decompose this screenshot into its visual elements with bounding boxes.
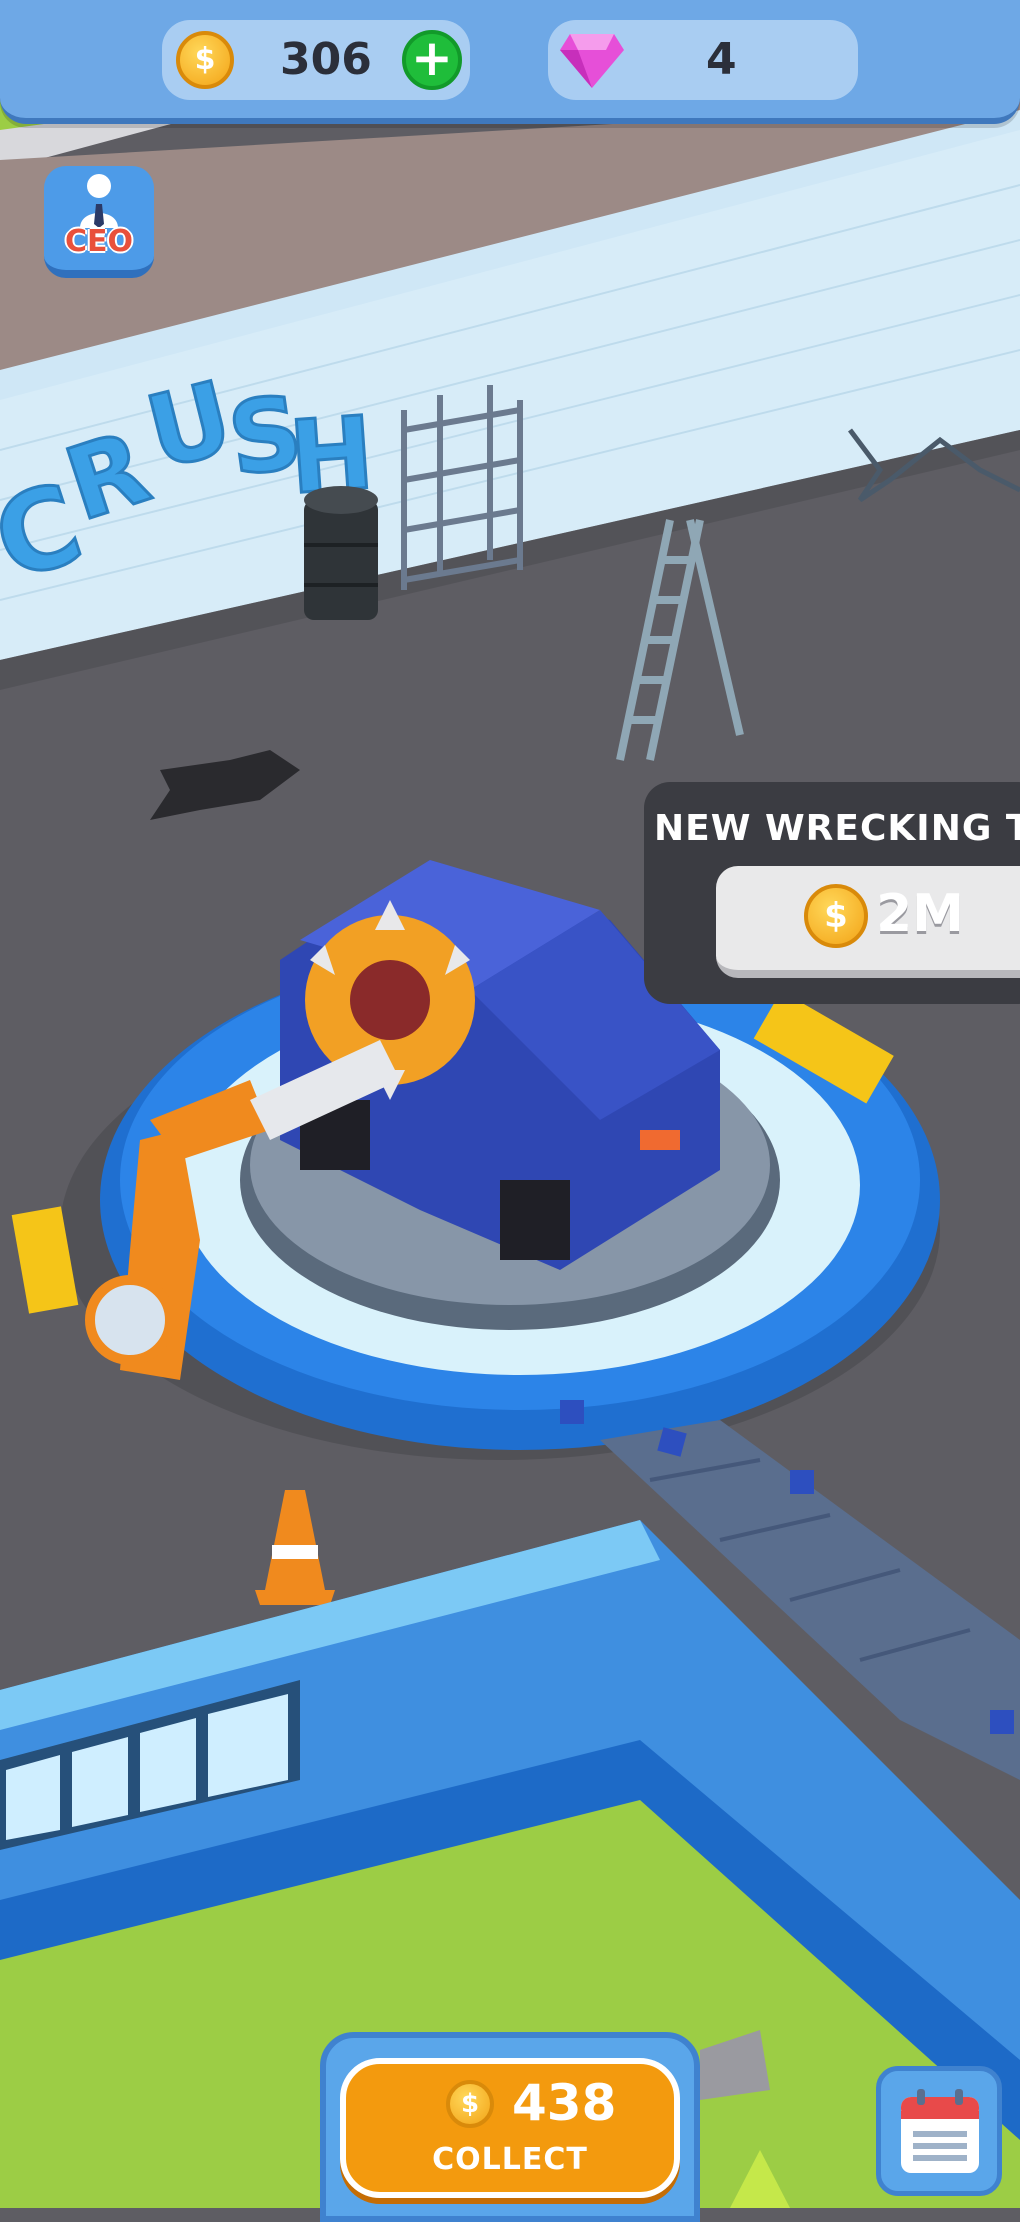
collect-label: COLLECT (432, 2142, 588, 2177)
dollar-coin-icon: $ (446, 2080, 494, 2128)
businessman-icon (80, 174, 118, 228)
ceo-label: CEO (64, 224, 133, 259)
collect-panel: $ 438 COLLECT (320, 2032, 700, 2222)
coin-amount: 306 (280, 34, 372, 85)
top-resource-bar: $ 306 + 4 (0, 0, 1020, 124)
coin-counter: $ 306 + (162, 20, 470, 100)
add-coins-button[interactable]: + (402, 30, 462, 90)
ceo-button[interactable]: CEO (44, 166, 154, 278)
calendar-icon (901, 2089, 979, 2173)
collect-amount: 438 (512, 2074, 617, 2132)
wrecking-panel-title: NEW WRECKING T (654, 808, 1020, 849)
collect-button[interactable]: $ 438 COLLECT (340, 2058, 680, 2198)
buy-wrecking-tool-button[interactable]: $ 2M (716, 866, 1020, 978)
gem-counter: 4 (548, 20, 858, 100)
plus-icon: + (411, 29, 453, 87)
game-scene: C R U S H (0, 0, 1020, 2208)
wrecking-tool-price: 2M (876, 884, 964, 944)
dollar-coin-icon: $ (804, 884, 868, 948)
dollar-coin-icon: $ (176, 31, 234, 89)
pink-gem-icon (560, 34, 624, 88)
gem-amount: 4 (706, 34, 737, 85)
calendar-button[interactable] (876, 2066, 1002, 2196)
new-wrecking-tool-panel: NEW WRECKING T $ 2M (644, 782, 1020, 1004)
oil-barrel (304, 486, 378, 620)
